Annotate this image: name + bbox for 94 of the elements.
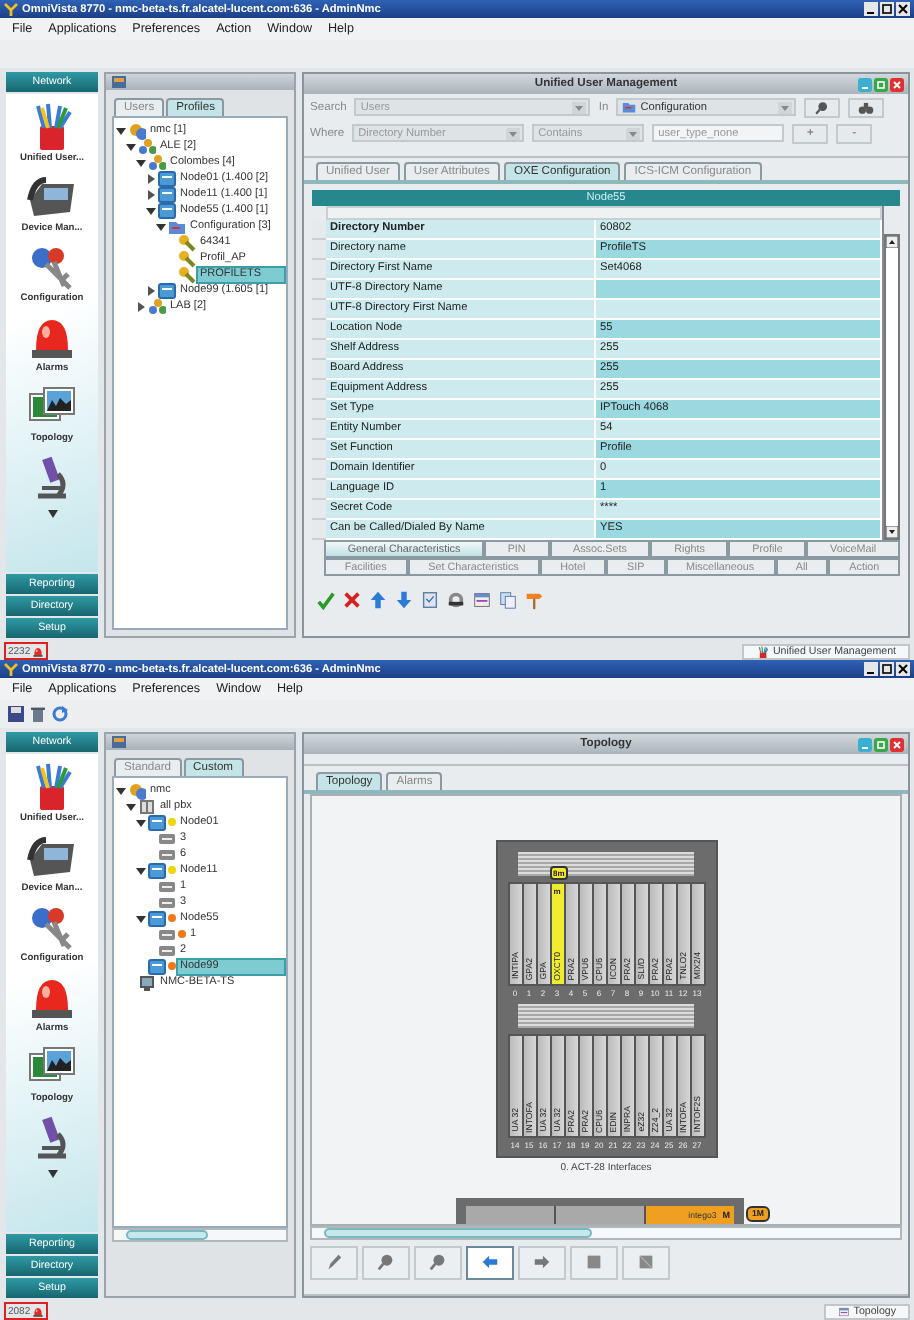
tool-button[interactable] (362, 1245, 410, 1279)
folder-icon (622, 100, 637, 114)
binoculars-icon (858, 99, 875, 115)
left-arrow-icon (480, 1252, 500, 1272)
search-button[interactable] (804, 97, 841, 117)
minimize-icon[interactable] (864, 662, 878, 676)
square-icon (584, 1252, 604, 1272)
server-node-icon (158, 281, 176, 299)
shelf-icon (158, 925, 176, 943)
server-node-icon (148, 957, 166, 975)
magnifier-icon (428, 1252, 448, 1272)
copy-icon[interactable] (498, 590, 518, 610)
scrollbar[interactable] (310, 1226, 902, 1240)
tree-toggle-icon[interactable] (136, 865, 146, 875)
desk-phone-icon[interactable] (26, 832, 78, 882)
tool-button[interactable] (570, 1245, 618, 1279)
maximize-icon[interactable] (880, 662, 894, 676)
tree-toggle-icon[interactable] (136, 301, 146, 311)
tree-toggle-icon[interactable] (146, 285, 156, 295)
server-node-icon (148, 861, 166, 879)
dropdown-caret-icon (572, 101, 587, 113)
network-icon (128, 121, 146, 139)
desk-phone-icon[interactable] (26, 172, 78, 222)
check-icon[interactable] (316, 590, 336, 610)
close-icon[interactable] (896, 2, 910, 16)
monitor-icon (138, 973, 156, 991)
server-node-icon (158, 185, 176, 203)
app-logo-icon (4, 2, 18, 16)
dropdown-caret-icon (778, 101, 793, 113)
tool-button[interactable] (310, 1245, 358, 1279)
alarm-light-icon (32, 1305, 45, 1317)
shelf-icon (158, 941, 176, 959)
up-arrow-icon[interactable] (368, 590, 388, 610)
signpost-icon[interactable] (524, 590, 544, 610)
server-node-icon (148, 813, 166, 831)
crossed-square-icon (636, 1252, 656, 1272)
trash-icon[interactable] (30, 706, 46, 722)
server-node-icon (148, 909, 166, 927)
tree-toggle-icon[interactable] (136, 157, 146, 167)
dropdown-caret-icon (626, 127, 641, 139)
refresh-icon[interactable] (52, 706, 68, 722)
tool-button[interactable] (622, 1245, 670, 1279)
profile-icon (178, 265, 196, 283)
scroll-down-icon[interactable] (47, 1170, 57, 1178)
scrollbar[interactable] (112, 1228, 288, 1242)
tree-toggle-icon[interactable] (136, 913, 146, 923)
scroll-thumb[interactable] (126, 1230, 208, 1240)
scroll-thumb[interactable] (324, 1228, 593, 1238)
tree-toggle-icon[interactable] (146, 205, 156, 215)
scroll-down-icon[interactable] (47, 510, 57, 518)
down-arrow-icon[interactable] (394, 590, 414, 610)
tree-toggle-icon[interactable] (146, 173, 156, 183)
server-node-icon (158, 201, 176, 219)
document-icon[interactable] (420, 590, 440, 610)
shelf-icon (158, 829, 176, 847)
scroll-up-icon[interactable] (886, 236, 898, 248)
shelf-icon (158, 845, 176, 863)
app-logo-icon (4, 662, 18, 676)
profile-icon (178, 233, 196, 251)
alarm-light-icon (32, 645, 45, 657)
shelf-icon (158, 877, 176, 895)
save-icon[interactable] (8, 706, 24, 722)
tool-button[interactable] (518, 1245, 566, 1279)
panel-icon (112, 76, 126, 88)
network-group-icon (148, 297, 166, 315)
minimize-icon[interactable] (864, 2, 878, 16)
maximize-icon[interactable] (880, 2, 894, 16)
magnifier-icon (376, 1252, 396, 1272)
server-node-icon (158, 169, 176, 187)
tree-toggle-icon[interactable] (126, 141, 136, 151)
folder-icon (168, 217, 186, 235)
tree-toggle-icon[interactable] (136, 817, 146, 827)
pbx-icon (138, 797, 156, 815)
tool-button[interactable] (414, 1245, 462, 1279)
shelf-icon (158, 893, 176, 911)
magnifier-icon (814, 99, 831, 115)
right-arrow-icon (532, 1252, 552, 1272)
search-button[interactable] (848, 97, 885, 117)
tool-button[interactable] (466, 1245, 514, 1279)
network-group-icon (148, 153, 166, 171)
tree-toggle-icon[interactable] (116, 785, 126, 795)
cross-icon[interactable] (342, 590, 362, 610)
network-group-icon (138, 137, 156, 155)
panel-icon (112, 736, 126, 748)
network-icon (128, 781, 146, 799)
scrollbar[interactable] (884, 234, 900, 540)
profile-icon (178, 249, 196, 267)
tree-toggle-icon[interactable] (126, 801, 136, 811)
tree-toggle-icon[interactable] (116, 125, 126, 135)
tree-toggle-icon[interactable] (146, 189, 156, 199)
scroll-down-icon[interactable] (886, 526, 898, 538)
pencil-icon (324, 1252, 344, 1272)
close-icon[interactable] (896, 662, 910, 676)
dropdown-caret-icon (506, 127, 521, 139)
